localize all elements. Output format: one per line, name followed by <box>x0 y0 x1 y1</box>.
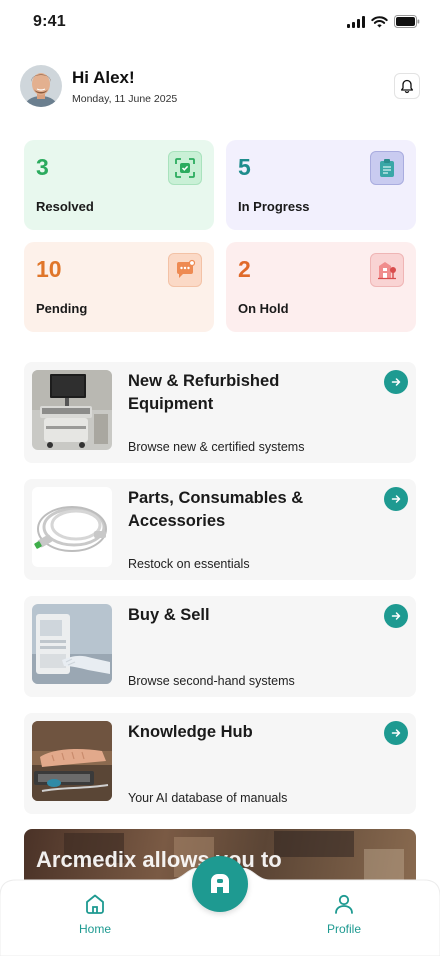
stat-label: Resolved <box>36 199 94 214</box>
arcmedix-logo-icon <box>211 874 229 893</box>
nav-profile[interactable]: Profile <box>304 892 384 936</box>
wifi-icon <box>371 15 388 27</box>
stat-value: 5 <box>238 154 251 180</box>
stat-card-on-hold[interactable]: 2 On Hold <box>226 242 416 332</box>
stat-value: 2 <box>238 256 251 282</box>
stat-card-resolved[interactable]: 3 Resolved <box>24 140 214 230</box>
category-title: New & Refurbished Equipment <box>128 372 280 413</box>
assistant-fab-button[interactable] <box>192 856 248 912</box>
category-subtitle: Your AI database of manuals <box>128 791 288 805</box>
category-subtitle: Browse second-hand systems <box>128 674 295 688</box>
nav-home[interactable]: Home <box>55 892 135 936</box>
buy-sell-image <box>32 604 112 684</box>
arrow-right-icon[interactable] <box>384 604 408 628</box>
nav-profile-label: Profile <box>326 922 361 936</box>
header: Hi Alex! Monday, 11 June 2025 <box>20 64 420 108</box>
building-icon <box>370 253 404 287</box>
category-card-buy-sell[interactable]: Buy & Sell Browse second-hand systems <box>24 596 416 697</box>
user-icon <box>335 894 353 914</box>
stat-label: On Hold <box>238 301 289 316</box>
status-icons <box>347 15 420 28</box>
clipboard-icon <box>370 151 404 185</box>
category-card-equipment[interactable]: New & Refurbished Equipment Browse new &… <box>24 362 416 463</box>
knowledge-hub-image <box>32 721 112 801</box>
stat-card-pending[interactable]: 10 Pending <box>24 242 214 332</box>
notifications-button[interactable] <box>394 73 420 99</box>
stat-label: Pending <box>36 301 88 316</box>
avatar[interactable] <box>20 65 62 107</box>
category-title: Knowledge Hub <box>128 723 253 741</box>
cellular-signal-icon <box>347 15 365 28</box>
arrow-right-icon[interactable] <box>384 721 408 745</box>
stat-value: 10 <box>36 256 62 282</box>
equipment-image <box>32 370 112 450</box>
stat-label: In Progress <box>238 199 310 214</box>
category-title: Buy & Sell <box>128 606 210 624</box>
arrow-right-icon[interactable] <box>384 487 408 511</box>
category-subtitle: Restock on essentials <box>128 557 250 571</box>
category-title: Parts, Consumables & Accessories <box>128 489 304 530</box>
battery-icon <box>394 15 420 28</box>
category-card-knowledge-hub[interactable]: Knowledge Hub Your AI database of manual… <box>24 713 416 814</box>
arrow-right-icon[interactable] <box>384 370 408 394</box>
nav-home-label: Home <box>78 922 111 936</box>
greeting: Hi Alex! <box>72 68 135 87</box>
category-subtitle: Browse new & certified systems <box>128 440 305 454</box>
bottom-navigation: Home Profile <box>0 856 440 956</box>
bell-icon <box>400 79 414 93</box>
status-bar: 9:41 <box>0 0 440 44</box>
chat-dots-icon <box>168 253 202 287</box>
current-date: Monday, 11 June 2025 <box>72 93 178 105</box>
scan-check-icon <box>168 151 202 185</box>
stat-card-in-progress[interactable]: 5 In Progress <box>226 140 416 230</box>
parts-image <box>32 487 112 567</box>
stat-value: 3 <box>36 154 49 180</box>
category-card-parts[interactable]: Parts, Consumables & Accessories Restock… <box>24 479 416 580</box>
home-icon <box>86 894 104 914</box>
status-time: 9:41 <box>33 13 66 30</box>
